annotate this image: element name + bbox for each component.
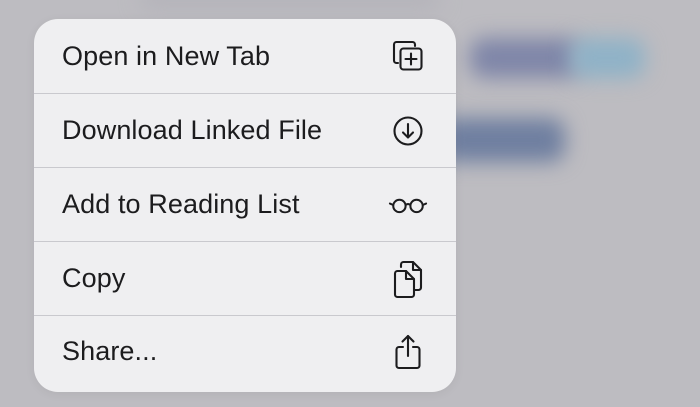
menu-item-label: Share... [62, 336, 158, 366]
blurred-content [440, 118, 565, 162]
blurred-content [570, 38, 645, 78]
menu-item-label: Add to Reading List [62, 189, 300, 219]
square-and-arrow-up-icon [388, 332, 428, 372]
menu-item-download-linked-file[interactable]: Download Linked File [34, 93, 456, 167]
arrow-down-circle-icon [388, 111, 428, 151]
blurred-content [140, 0, 440, 8]
menu-item-share[interactable]: Share... [34, 315, 456, 387]
eyeglasses-icon [388, 185, 428, 225]
menu-item-open-in-new-tab[interactable]: Open in New Tab [34, 19, 456, 93]
link-context-menu: Open in New Tab Download Linked File Add… [34, 19, 456, 392]
menu-item-label: Open in New Tab [62, 40, 271, 71]
doc-on-doc-icon [388, 259, 428, 299]
menu-item-add-to-reading-list[interactable]: Add to Reading List [34, 167, 456, 241]
menu-item-copy[interactable]: Copy [34, 241, 456, 315]
menu-item-label: Download Linked File [62, 115, 323, 145]
menu-item-label: Copy [62, 263, 126, 293]
blurred-content [470, 38, 580, 78]
plus-square-on-square-icon [388, 36, 428, 76]
